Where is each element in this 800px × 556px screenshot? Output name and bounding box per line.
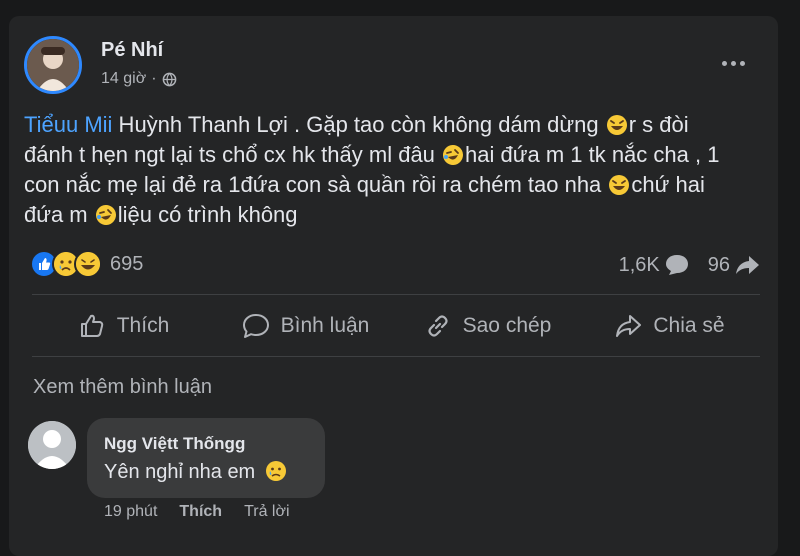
comment-meta: 19 phút Thích Trả lời xyxy=(104,503,312,521)
comment-bubble-icon xyxy=(665,255,688,275)
divider xyxy=(32,294,760,295)
post-line: Tiểuu Mii Huỳnh Thanh Lợi . Gặp tao còn … xyxy=(24,112,689,137)
post-actions: Thích Bình luận Sao chép Chia sẻ xyxy=(32,300,760,352)
laugh-emoji xyxy=(609,175,630,195)
post-line: con nắc mẹ lại đẻ ra 1đứa con sà quần rồ… xyxy=(24,172,705,197)
link-icon xyxy=(428,315,448,337)
post-body: Tiểuu Mii Huỳnh Thanh Lợi . Gặp tao còn … xyxy=(24,110,764,230)
thumbs-up-icon xyxy=(80,314,103,337)
tagged-user[interactable]: Tiểuu Mii xyxy=(24,112,112,137)
post-line: đánh t hẹn ngt lại ts chổ cx hk thấy ml … xyxy=(24,142,720,167)
post-author-name[interactable]: Pé Nhí xyxy=(101,39,163,62)
comment-text: Yên nghỉ nha em xyxy=(104,460,288,484)
rofl-emoji xyxy=(95,205,116,225)
copy-button[interactable]: Sao chép xyxy=(396,300,578,352)
divider xyxy=(32,356,760,357)
post-meta: 14 giờ · xyxy=(101,70,177,88)
sad-emoji xyxy=(265,461,286,481)
comment-time[interactable]: 19 phút xyxy=(104,503,157,521)
commenter-name[interactable]: Ngg Việtt Thốngg xyxy=(104,434,245,454)
like-button[interactable]: Thích xyxy=(32,300,214,352)
share-button[interactable]: Chia sẻ xyxy=(578,300,760,352)
reaction-count: 695 xyxy=(110,252,144,275)
author-avatar[interactable] xyxy=(24,36,82,94)
share-icon xyxy=(616,315,642,337)
reactions-summary[interactable]: 695 xyxy=(30,250,143,278)
comment-reply-link[interactable]: Trả lời xyxy=(244,503,289,521)
comment-like-link[interactable]: Thích xyxy=(179,503,222,521)
share-count[interactable]: 96 xyxy=(708,254,730,277)
commenter-avatar[interactable] xyxy=(28,421,76,469)
see-more-comments-link[interactable]: Xem thêm bình luận xyxy=(33,376,212,399)
haha-icon xyxy=(74,250,102,278)
comment-count[interactable]: 1,6K xyxy=(619,254,660,277)
comment-button[interactable]: Bình luận xyxy=(214,300,396,352)
comment-bubble xyxy=(87,418,325,498)
globe-icon xyxy=(162,72,176,86)
rofl-emoji xyxy=(443,145,464,165)
more-options-button[interactable] xyxy=(716,50,750,76)
share-arrow-icon xyxy=(736,256,759,274)
post-line: đứa m liệu có trình không xyxy=(24,202,298,227)
laugh-emoji xyxy=(606,115,627,135)
post-time[interactable]: 14 giờ xyxy=(101,70,146,88)
post-stats: 1,6K 96 xyxy=(619,253,760,277)
comment-icon xyxy=(242,314,269,338)
